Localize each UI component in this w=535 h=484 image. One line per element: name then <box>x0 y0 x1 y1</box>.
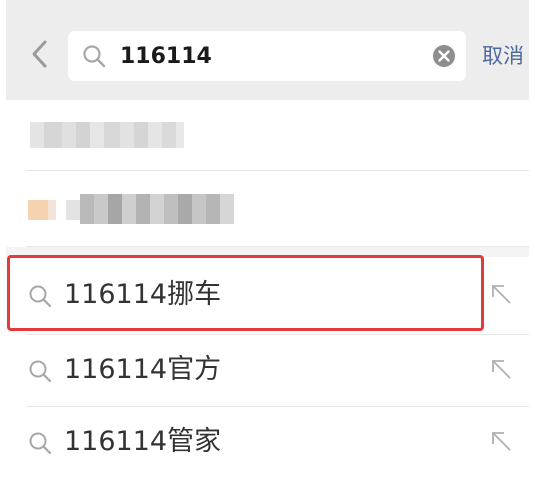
search-icon <box>28 359 52 383</box>
search-input[interactable] <box>120 37 420 75</box>
blurred-content <box>28 194 234 224</box>
search-icon <box>28 431 52 455</box>
fill-arrow-button[interactable] <box>490 430 512 452</box>
suggestion-item[interactable]: 116114官方 <box>6 334 529 406</box>
clear-button[interactable] <box>432 44 456 68</box>
suggestion-item[interactable]: 116114管家 <box>6 406 529 478</box>
divider <box>26 170 529 171</box>
blurred-content <box>30 122 184 148</box>
blurred-result-row[interactable] <box>26 100 529 178</box>
search-box[interactable] <box>68 31 466 81</box>
search-icon <box>82 44 106 68</box>
fill-arrow-icon <box>492 285 511 304</box>
fill-arrow-button[interactable] <box>490 283 512 305</box>
blurred-result-row[interactable] <box>26 172 529 250</box>
back-button[interactable] <box>28 39 52 69</box>
cancel-button[interactable]: 取消 <box>482 42 532 70</box>
fill-arrow-button[interactable] <box>490 358 512 380</box>
highlight-annotation <box>7 255 484 331</box>
suggestion-label: 116114官方 <box>64 354 222 385</box>
suggestion-label: 116114管家 <box>64 426 222 457</box>
chevron-left-icon <box>32 40 47 68</box>
fill-arrow-icon <box>492 432 511 451</box>
clear-icon <box>433 45 455 67</box>
fill-arrow-icon <box>492 360 511 379</box>
search-header: 取消 <box>6 0 529 100</box>
